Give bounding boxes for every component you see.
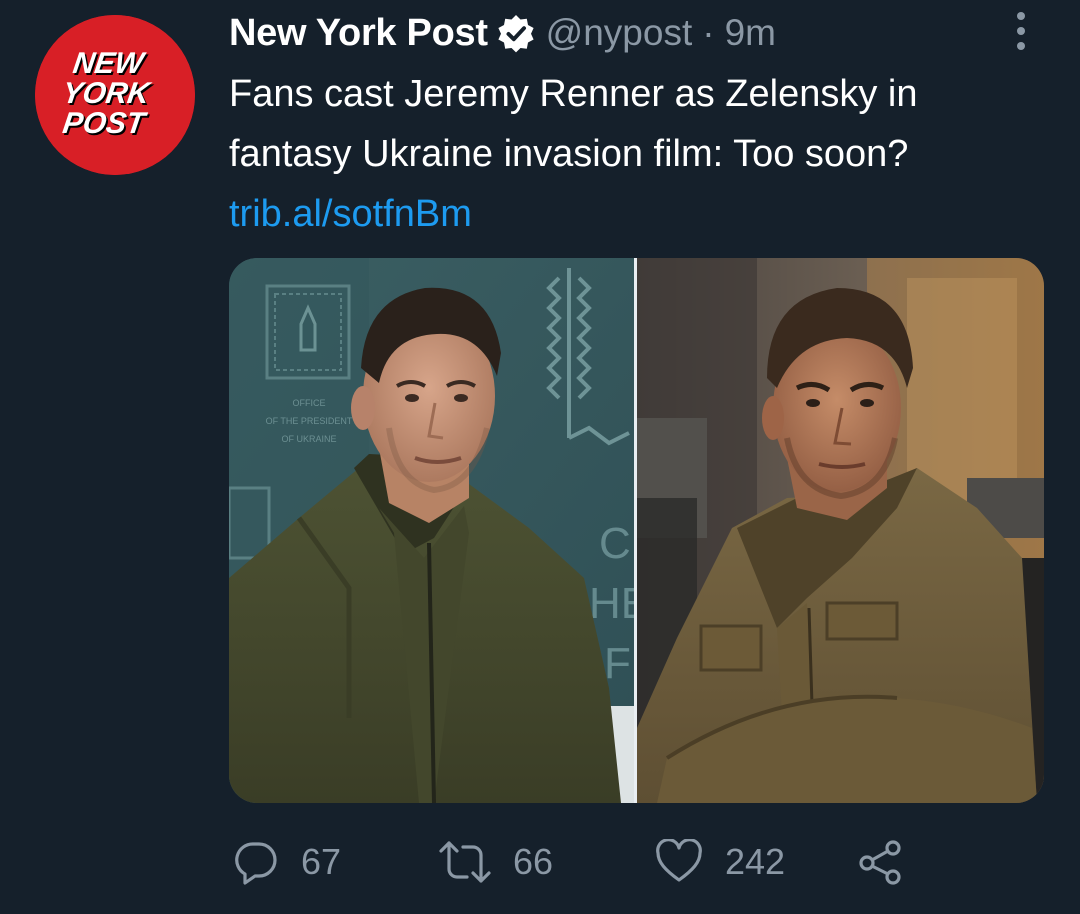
timestamp[interactable]: 9m (725, 12, 776, 54)
new-york-post-logo: NEW NEW YORK YORK POST POST (35, 15, 195, 175)
share-button[interactable] (857, 832, 905, 892)
retweet-icon (439, 841, 491, 883)
svg-text:OF THE PRESIDENT: OF THE PRESIDENT (266, 416, 353, 426)
tweet[interactable]: NEW NEW YORK YORK POST POST New York Pos… (0, 0, 1080, 914)
svg-text:C: C (599, 519, 631, 568)
tweet-media[interactable]: OFFICE OF THE PRESIDENT OF UKRAINE C HE … (229, 258, 1044, 803)
svg-text:OFFICE: OFFICE (293, 398, 326, 408)
tweet-actions: 67 66 242 (229, 832, 989, 892)
share-icon (859, 840, 901, 885)
display-name[interactable]: New York Post (229, 12, 488, 55)
avatar[interactable]: NEW NEW YORK YORK POST POST (35, 15, 195, 175)
verified-badge-icon (498, 15, 534, 53)
tweet-header: New York Post @nypost · 9m (229, 8, 776, 58)
zelensky-photo[interactable]: OFFICE OF THE PRESIDENT OF UKRAINE C HE … (229, 258, 634, 803)
avatar-text-post: POST (61, 107, 150, 140)
renner-photo[interactable] (637, 258, 1044, 803)
reply-button[interactable]: 67 (233, 832, 341, 892)
tweet-text: Fans cast Jeremy Renner as Zelensky in f… (229, 64, 1049, 244)
like-icon (656, 839, 702, 882)
more-options-icon[interactable] (1012, 12, 1030, 52)
handle[interactable]: @nypost (546, 12, 693, 54)
tweet-link[interactable]: trib.al/sotfnBm (229, 193, 472, 235)
tweet-text-line-1: Fans cast Jeremy Renner as Zelensky in (229, 73, 918, 115)
svg-text:NEW: NEW (71, 47, 148, 80)
like-count: 242 (725, 841, 786, 882)
reply-count: 67 (301, 841, 342, 882)
like-button[interactable]: 242 (655, 832, 785, 892)
reply-icon (235, 842, 277, 885)
tweet-text-line-2: fantasy Ukraine invasion film: Too soon? (229, 133, 909, 175)
retweet-button[interactable]: 66 (439, 832, 553, 892)
separator-dot: · (702, 12, 715, 53)
retweet-count: 66 (513, 841, 554, 882)
svg-text:F: F (604, 639, 631, 688)
svg-text:HE: HE (589, 579, 634, 628)
svg-text:OF UKRAINE: OF UKRAINE (281, 434, 336, 444)
avatar-text-york: YORK (60, 77, 153, 110)
